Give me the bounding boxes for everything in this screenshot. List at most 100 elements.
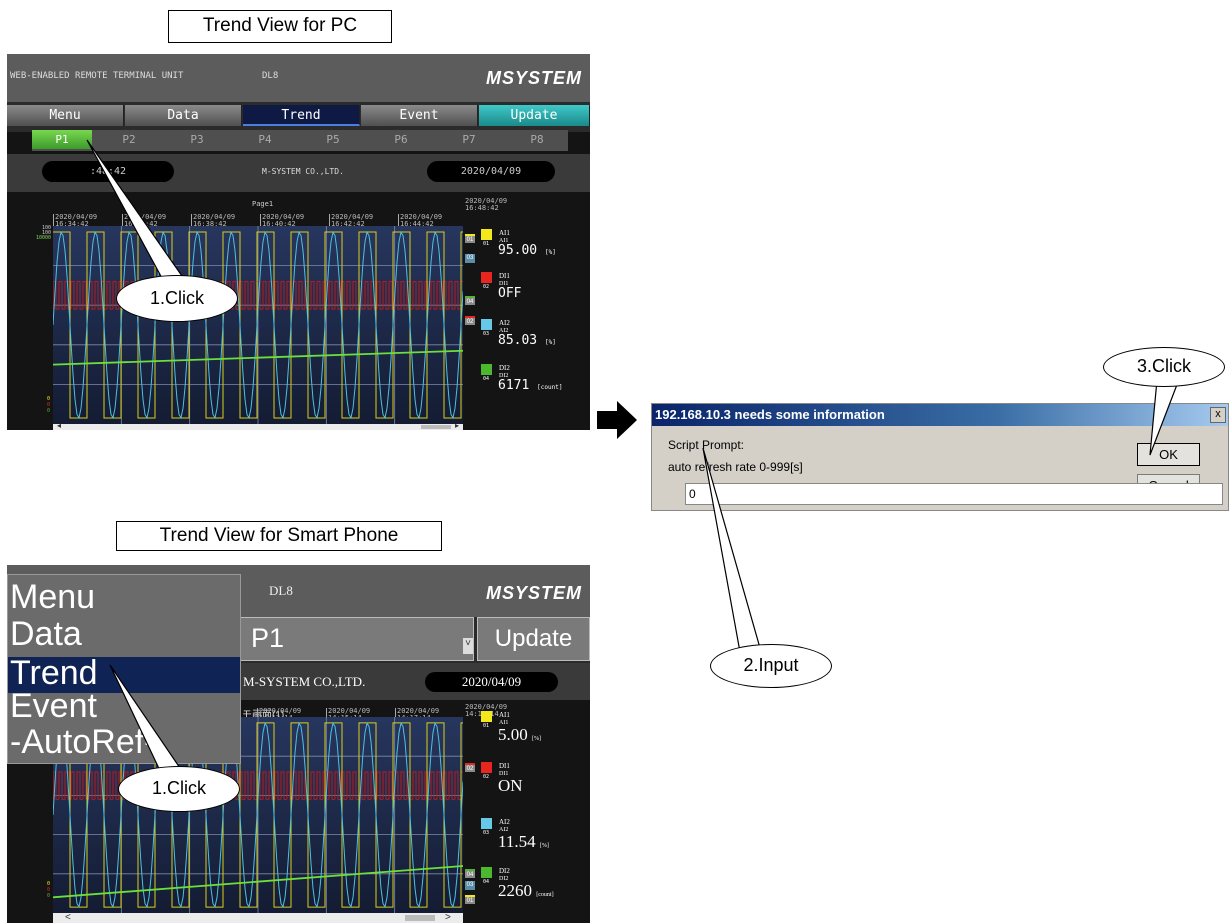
legend-name: AI1 [499, 711, 510, 719]
phone-left-zero: 0 0 0 [47, 881, 50, 899]
pc-page-p8[interactable]: P8 [507, 130, 567, 149]
legend-unit: [count] [536, 892, 554, 898]
legend-no: 02 [483, 774, 490, 780]
phone-scroll-left-icon[interactable]: < [65, 912, 71, 923]
pc-marker-04: 04 [465, 296, 475, 305]
pc-page-title: Page1 [252, 200, 274, 208]
legend-swatch [481, 711, 492, 722]
legend-name: AI2 [499, 319, 510, 327]
legend-value: 85.03 [%] [498, 333, 556, 348]
legend-value: OFF [498, 286, 521, 301]
legend-swatch [481, 319, 492, 330]
phone-model: DL8 [269, 583, 293, 598]
pc-scroll-right-icon[interactable]: ▸ [455, 421, 459, 430]
legend-value-number: 2260 [498, 881, 532, 900]
pc-marker-03: 03 [465, 254, 475, 263]
ok-button[interactable]: OK [1137, 443, 1200, 466]
pc-page-p7[interactable]: P7 [439, 130, 499, 149]
phone-menu-item-menu[interactable]: Menu [10, 578, 95, 617]
legend-name: DI2 [499, 364, 510, 372]
right-arrow-icon [597, 401, 637, 439]
phone-marker-01: 01 [465, 895, 475, 904]
pc-trend-svg [53, 226, 463, 424]
pc-left-scale: 100 100 10000 [24, 226, 51, 241]
pc-trend-screen: WEB-ENABLED REMOTE TERMINAL UNIT DL8 MSY… [7, 54, 590, 430]
legend-no: 03 [483, 331, 490, 337]
phone-zero-3: 0 [47, 893, 51, 899]
legend-name: DI2 [499, 867, 510, 875]
pc-tab-data[interactable]: Data [125, 105, 242, 126]
phone-nav-menu: Menu Data Trend Event -AutoRef- [7, 574, 241, 764]
pc-page-p4[interactable]: P4 [235, 130, 295, 149]
prompt-dialog: 192.168.10.3 needs some information x Sc… [651, 403, 1229, 511]
phone-scroll-right-icon[interactable]: > [445, 912, 451, 923]
legend-swatch [481, 229, 492, 240]
pc-unit-title: WEB-ENABLED REMOTE TERMINAL UNIT [10, 71, 184, 81]
legend-value: 6171 [count] [498, 378, 562, 393]
pc-now-label: 2020/04/09 16:48:42 [465, 198, 507, 212]
phone-marker-04: 04 [465, 869, 475, 878]
pc-scroll-left-icon[interactable]: ◂ [57, 421, 61, 430]
caption-pc: Trend View for PC [168, 10, 392, 43]
legend-no: 03 [483, 830, 490, 836]
phone-update-button[interactable]: Update [477, 617, 590, 661]
pc-scrollbar[interactable]: ◂ ▸ [53, 421, 463, 430]
legend-no: 04 [483, 879, 490, 885]
phone-page-select[interactable]: P1 ˅ [240, 617, 474, 661]
ok-click-callout: 3.Click [1103, 347, 1225, 387]
legend-value: 2260 [count] [498, 881, 554, 901]
pc-tab-menu[interactable]: Menu [7, 105, 124, 126]
pc-page-p1[interactable]: P1 [32, 130, 92, 149]
phone-menu-item-data[interactable]: Data [10, 615, 82, 654]
legend-name: AI2 [499, 818, 510, 826]
refresh-rate-input-value: 0 [689, 487, 696, 501]
phone-marker-02: 02 [465, 763, 475, 772]
legend-no: 01 [483, 723, 490, 729]
pc-tab-update[interactable]: Update [479, 105, 590, 126]
legend-no: 04 [483, 376, 490, 382]
legend-value: 5.00 [%] [498, 725, 541, 745]
legend-value: 95.00 [%] [498, 243, 556, 258]
pc-model: DL8 [262, 71, 279, 81]
pc-tab-event[interactable]: Event [361, 105, 478, 126]
phone-menu-item-event[interactable]: Event [10, 687, 97, 726]
legend-name: DI1 [499, 272, 510, 280]
close-icon[interactable]: x [1210, 407, 1226, 423]
pc-page-p2[interactable]: P2 [99, 130, 159, 149]
input-callout: 2.Input [710, 644, 832, 688]
legend-value-number: ON [498, 776, 523, 795]
refresh-rate-input[interactable]: 0 [685, 483, 1223, 505]
pc-date-pill: 2020/04/09 [427, 161, 555, 182]
legend-value: ON [498, 776, 523, 796]
legend-no: 02 [483, 284, 490, 290]
pc-page-p6[interactable]: P6 [371, 130, 431, 149]
prompt-label-rate: auto refresh rate 0-999[s] [668, 460, 803, 474]
phone-company: M-SYSTEM CO.,LTD. [243, 674, 366, 689]
caption-phone: Trend View for Smart Phone [116, 521, 442, 551]
phone-date-pill: 2020/04/09 [425, 672, 558, 692]
prompt-label-script: Script Prompt: [668, 438, 745, 452]
phone-update-label: Update [494, 625, 573, 652]
pc-scroll-thumb[interactable] [421, 425, 451, 429]
legend-value-number: 11.54 [498, 832, 536, 851]
phone-marker-03: 03 [465, 881, 475, 890]
pc-page-p5[interactable]: P5 [303, 130, 363, 149]
legend-value-number: 5.00 [498, 725, 528, 744]
legend-name: AI1 [499, 229, 510, 237]
pc-page-p3[interactable]: P3 [167, 130, 227, 149]
legend-unit: [%] [544, 339, 556, 346]
pc-tab-trend[interactable]: Trend [243, 105, 360, 126]
pc-scale-top-3: 10000 [35, 235, 51, 241]
legend-swatch [481, 818, 492, 829]
pc-company: M-SYSTEM CO.,LTD. [262, 167, 344, 176]
phone-menu-item-autoref[interactable]: -AutoRef- [10, 723, 156, 762]
chevron-down-icon: ˅ [463, 638, 473, 654]
phone-logo: MSYSTEM [486, 583, 583, 603]
legend-swatch [481, 762, 492, 773]
phone-scrollbar[interactable]: < > [53, 912, 463, 923]
phone-page-select-value: P1 [251, 623, 285, 653]
legend-unit: [%] [532, 736, 541, 742]
phone-scroll-thumb[interactable] [405, 915, 435, 921]
pc-marker-02: 02 [465, 316, 475, 325]
legend-value-number: 85.03 [498, 333, 538, 348]
